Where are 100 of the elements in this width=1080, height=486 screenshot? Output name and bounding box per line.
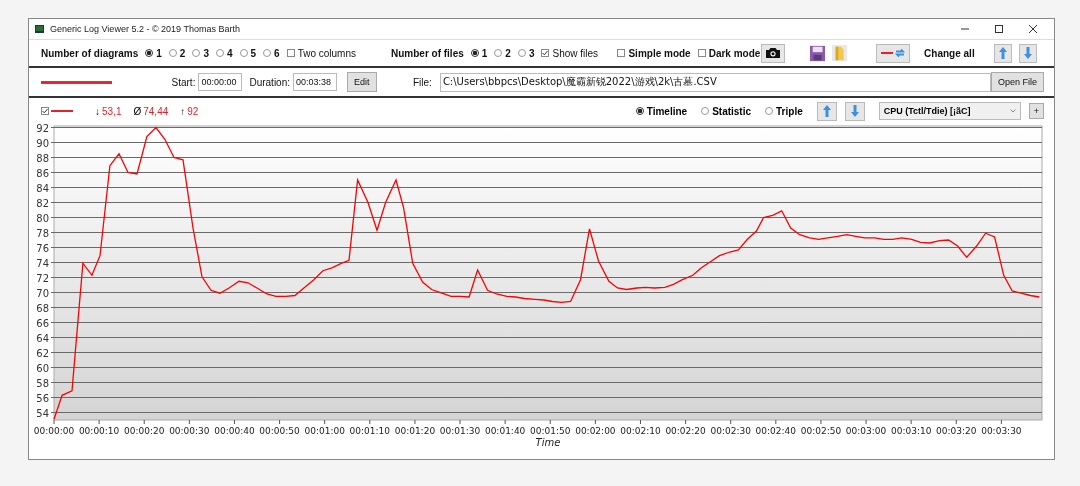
duration-label: Duration: xyxy=(249,76,290,88)
radio-indicator[interactable] xyxy=(263,49,272,57)
avg-value: 74,44 xyxy=(143,105,169,117)
diagrams-label: Number of diagrams xyxy=(41,47,139,59)
file-path-field[interactable]: C:\Users\bbpcs\Desktop\魔霸新锐2022\游戏\2k\古墓.CSV xyxy=(439,72,991,92)
x-axis-label: 00:00:20 xyxy=(124,426,165,436)
x-axis-label: 00:00:30 xyxy=(169,426,210,436)
radio-indicator[interactable] xyxy=(239,49,248,57)
move-up-button[interactable] xyxy=(994,43,1013,63)
diagram-count-radio[interactable]: 2 xyxy=(168,47,186,59)
view-mode-radio[interactable]: Timeline xyxy=(635,105,688,117)
x-axis-label: 00:02:00 xyxy=(575,426,616,436)
x-axis-label: 00:00:50 xyxy=(259,426,300,436)
maximize-icon[interactable] xyxy=(992,22,1006,36)
file-label: File: xyxy=(413,76,432,88)
y-axis-label: 62 xyxy=(36,347,49,359)
y-axis-label: 54 xyxy=(36,407,49,419)
move-down-button[interactable] xyxy=(844,101,865,121)
arrow-down-icon xyxy=(1023,46,1034,60)
y-axis-label: 66 xyxy=(36,317,49,329)
radio-indicator[interactable] xyxy=(494,49,503,57)
dark-mode-checkbox[interactable]: Dark mode xyxy=(697,47,761,59)
start-field[interactable]: 00:00:00 xyxy=(198,73,243,91)
show-files-checkbox[interactable]: Show files xyxy=(541,47,599,59)
max-value: 92 xyxy=(187,105,199,117)
move-up-button[interactable] xyxy=(816,101,837,121)
radio-indicator[interactable] xyxy=(168,49,177,57)
checkbox-indicator[interactable] xyxy=(617,49,626,57)
y-axis-label: 76 xyxy=(36,242,49,254)
x-axis-label: 00:02:30 xyxy=(710,426,751,436)
radio-indicator[interactable] xyxy=(765,107,774,115)
arrow-up-icon xyxy=(821,104,832,118)
y-axis-label: 78 xyxy=(36,227,49,239)
check-icon xyxy=(542,50,549,56)
diagram-count-radio[interactable]: 6 xyxy=(263,47,280,59)
edit-button[interactable]: Edit xyxy=(347,72,377,92)
min-symbol: ↓ xyxy=(95,105,100,117)
y-axis-label: 68 xyxy=(36,302,49,314)
start-label: Start: xyxy=(171,76,196,88)
check-icon xyxy=(42,108,48,114)
folder-icon[interactable] xyxy=(832,44,848,62)
x-axis-label: 00:02:10 xyxy=(620,426,661,436)
y-axis-label: 86 xyxy=(36,167,49,179)
close-icon[interactable] xyxy=(1026,22,1040,36)
view-mode-radio[interactable]: Statistic xyxy=(701,105,752,117)
y-axis-label: 84 xyxy=(36,182,49,194)
diagram-count-radio[interactable]: 5 xyxy=(239,47,257,59)
y-axis-label: 60 xyxy=(36,362,49,374)
x-axis-label: 00:00:00 xyxy=(33,426,75,436)
x-axis-label: 00:02:40 xyxy=(755,426,797,436)
diagram-count-radio[interactable]: 1 xyxy=(145,47,162,59)
file-count-radio[interactable]: 2 xyxy=(494,47,511,59)
y-axis-label: 82 xyxy=(36,197,49,209)
x-axis-title: Time xyxy=(535,437,561,448)
diagram-count-radio[interactable]: 4 xyxy=(215,47,233,59)
x-axis-label: 00:02:50 xyxy=(800,426,842,436)
change-all-label: Change all xyxy=(924,47,975,59)
checkbox-indicator[interactable] xyxy=(541,49,550,57)
min-value: 53,1 xyxy=(102,105,122,117)
radio-indicator[interactable] xyxy=(470,49,479,57)
radio-indicator[interactable] xyxy=(635,107,644,115)
open-file-button[interactable]: Open File xyxy=(990,72,1044,92)
sensor-dropdown[interactable]: CPU (Tctl/Tdie) [¡ãC] xyxy=(878,102,1021,120)
line-sample-icon xyxy=(41,80,112,84)
y-axis-label: 74 xyxy=(36,257,49,269)
x-axis-label: 00:01:50 xyxy=(530,426,571,436)
radio-indicator[interactable] xyxy=(517,49,526,57)
radio-indicator[interactable] xyxy=(192,49,201,57)
camera-button[interactable] xyxy=(761,43,786,63)
x-axis-label: 00:03:00 xyxy=(845,426,887,436)
move-down-button[interactable] xyxy=(1019,43,1038,63)
diagram-count-radio[interactable]: 3 xyxy=(192,47,209,59)
add-button[interactable]: + xyxy=(1028,103,1044,119)
series-checkbox[interactable] xyxy=(41,107,49,115)
checkbox-indicator[interactable] xyxy=(286,49,295,57)
view-mode-radio[interactable]: Triple xyxy=(765,105,803,117)
x-axis-label: 00:01:30 xyxy=(439,426,481,436)
x-axis-label: 00:03:30 xyxy=(981,426,1022,436)
line-swap-button[interactable] xyxy=(876,43,911,63)
x-axis-label: 00:00:10 xyxy=(78,426,120,436)
y-axis-label: 64 xyxy=(36,332,49,344)
two-columns-checkbox[interactable]: Two columns xyxy=(286,47,356,59)
x-axis-label: 00:01:40 xyxy=(484,426,526,436)
file-count-radio[interactable]: 1 xyxy=(470,47,488,59)
arrow-down-icon xyxy=(849,104,860,118)
x-axis-label: 00:00:40 xyxy=(214,426,255,436)
y-axis-label: 92 xyxy=(36,122,49,134)
x-axis-label: 00:03:10 xyxy=(890,426,932,436)
window-title: Generic Log Viewer 5.2 - © 2019 Thomas Barth xyxy=(50,24,240,34)
checkbox-indicator[interactable] xyxy=(697,49,706,57)
save-icon[interactable] xyxy=(810,44,826,62)
y-axis-label: 56 xyxy=(36,392,49,404)
radio-indicator[interactable] xyxy=(145,49,154,57)
x-axis-label: 00:03:20 xyxy=(936,426,977,436)
simple-mode-checkbox[interactable]: Simple mode xyxy=(617,47,691,59)
x-axis-label: 00:02:20 xyxy=(665,426,706,436)
radio-indicator[interactable] xyxy=(701,107,710,115)
duration-field[interactable]: 00:03:38 xyxy=(293,73,337,91)
file-count-radio[interactable]: 3 xyxy=(517,47,535,59)
radio-indicator[interactable] xyxy=(215,49,224,57)
